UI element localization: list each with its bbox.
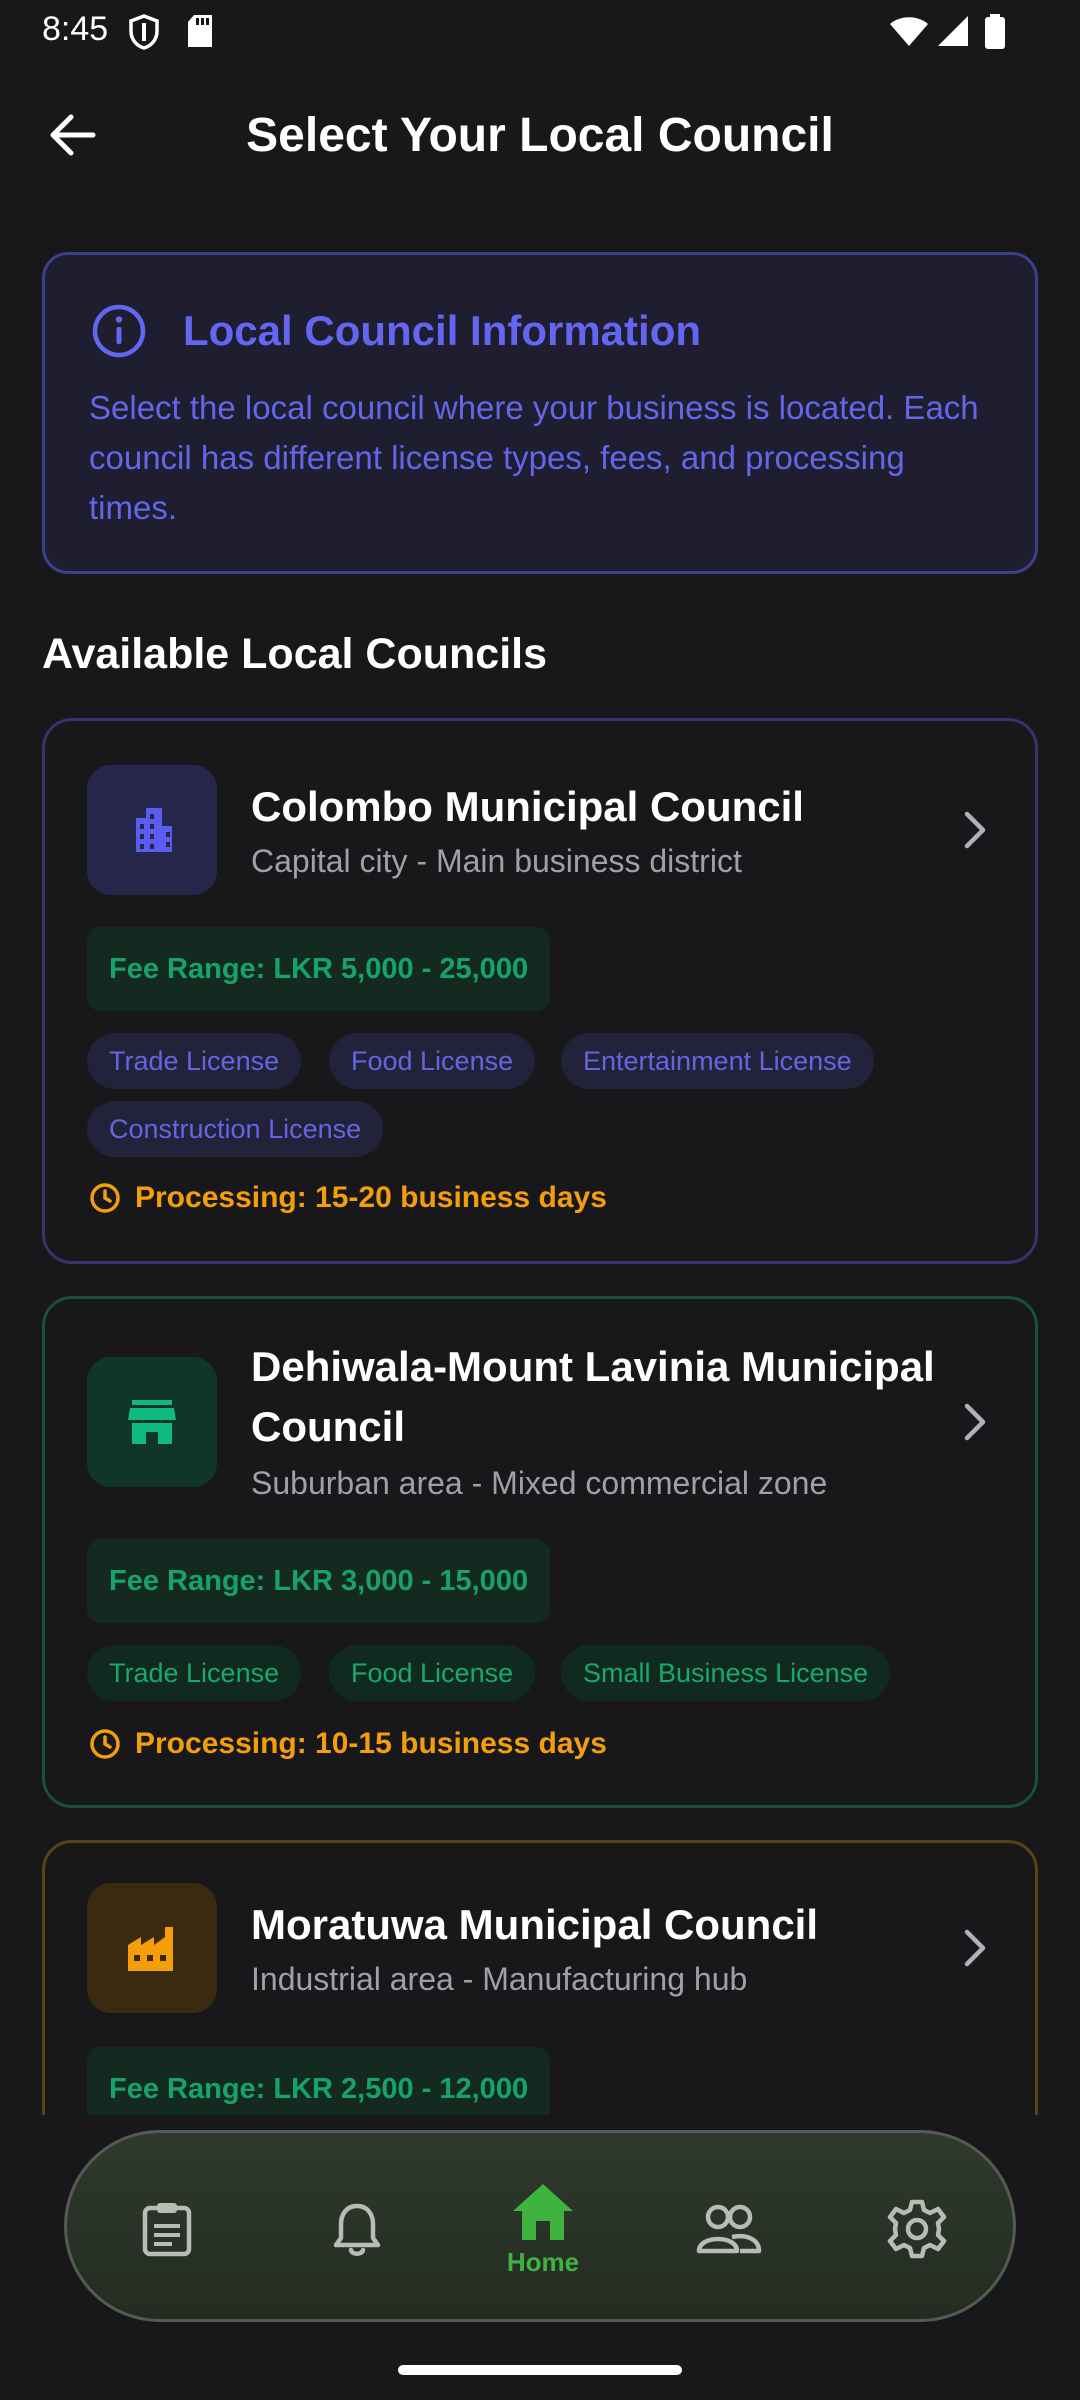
home-icon bbox=[513, 2183, 573, 2240]
council-card-colombo[interactable]: Colombo Municipal Council Capital city -… bbox=[42, 718, 1038, 1264]
council-name: Moratuwa Municipal Council bbox=[251, 1901, 819, 1948]
nav-label-home: Home bbox=[506, 2246, 580, 2277]
shield-icon bbox=[128, 14, 160, 55]
status-bar: 8:45 bbox=[0, 0, 1080, 64]
gear-icon bbox=[887, 2199, 947, 2259]
sd-card-icon bbox=[186, 14, 214, 53]
bottom-nav: Home bbox=[64, 2130, 1016, 2322]
license-tag: Food License bbox=[329, 1645, 536, 1701]
nav-item-settings[interactable] bbox=[857, 2133, 977, 2325]
info-card-title: Local Council Information bbox=[183, 307, 702, 354]
license-tag: Small Business License bbox=[561, 1645, 891, 1701]
building-icon bbox=[87, 765, 217, 895]
processing-time: Processing: 15-20 business days bbox=[89, 1181, 607, 1215]
council-description: Suburban area - Mixed commercial zone bbox=[251, 1465, 828, 1501]
clipboard-icon bbox=[142, 2203, 192, 2257]
processing-time: Processing: 10-15 business days bbox=[89, 1727, 607, 1761]
status-time: 8:45 bbox=[42, 10, 109, 48]
info-card-text: Select the local council where your busi… bbox=[89, 389, 979, 526]
clock-icon bbox=[90, 1183, 120, 1213]
council-card-dehiwala[interactable]: Dehiwala-Mount Lavinia Municipal Council… bbox=[42, 1296, 1038, 1808]
chevron-right-icon bbox=[955, 805, 995, 855]
section-heading: Available Local Councils bbox=[42, 630, 547, 678]
license-tag: Trade License bbox=[87, 1033, 302, 1089]
processing-text: Processing: 10-15 business days bbox=[135, 1727, 607, 1760]
page-title: Select Your Local Council bbox=[246, 109, 834, 162]
info-circle-icon bbox=[91, 303, 147, 359]
nav-item-requests[interactable] bbox=[107, 2133, 227, 2325]
nav-item-notifications[interactable] bbox=[297, 2133, 417, 2325]
license-tag: Food License bbox=[329, 1033, 536, 1089]
nav-item-community[interactable] bbox=[669, 2133, 789, 2325]
nav-item-home[interactable]: Home bbox=[483, 2133, 603, 2325]
store-icon bbox=[87, 1357, 217, 1487]
fee-range-badge: Fee Range: LKR 3,000 - 15,000 bbox=[87, 1539, 551, 1623]
chevron-right-icon bbox=[955, 1923, 995, 1973]
council-name: Colombo Municipal Council bbox=[251, 783, 804, 830]
license-tag: Entertainment License bbox=[561, 1033, 874, 1089]
clock-icon bbox=[90, 1729, 120, 1759]
home-indicator bbox=[398, 2365, 682, 2375]
council-description: Industrial area - Manufacturing hub bbox=[251, 1961, 748, 1997]
screen: 8:45 Select Your Local Council Local Cou… bbox=[0, 0, 1080, 2400]
wifi-icon bbox=[888, 14, 930, 53]
council-name: Dehiwala-Mount Lavinia Municipal Council bbox=[251, 1343, 935, 1450]
people-icon bbox=[696, 2204, 762, 2254]
app-bar: Select Your Local Council bbox=[0, 80, 1080, 190]
factory-icon bbox=[87, 1883, 217, 2013]
council-description: Capital city - Main business district bbox=[251, 843, 742, 879]
signal-icon bbox=[936, 14, 970, 53]
fee-range-badge: Fee Range: LKR 5,000 - 25,000 bbox=[87, 927, 551, 1011]
bell-icon bbox=[333, 2203, 381, 2256]
processing-text: Processing: 15-20 business days bbox=[135, 1181, 607, 1214]
license-tag: Construction License bbox=[87, 1101, 384, 1157]
license-tag: Trade License bbox=[87, 1645, 302, 1701]
chevron-right-icon bbox=[955, 1397, 995, 1447]
battery-icon bbox=[984, 14, 1006, 55]
info-card: Local Council Information Select the loc… bbox=[42, 252, 1038, 574]
